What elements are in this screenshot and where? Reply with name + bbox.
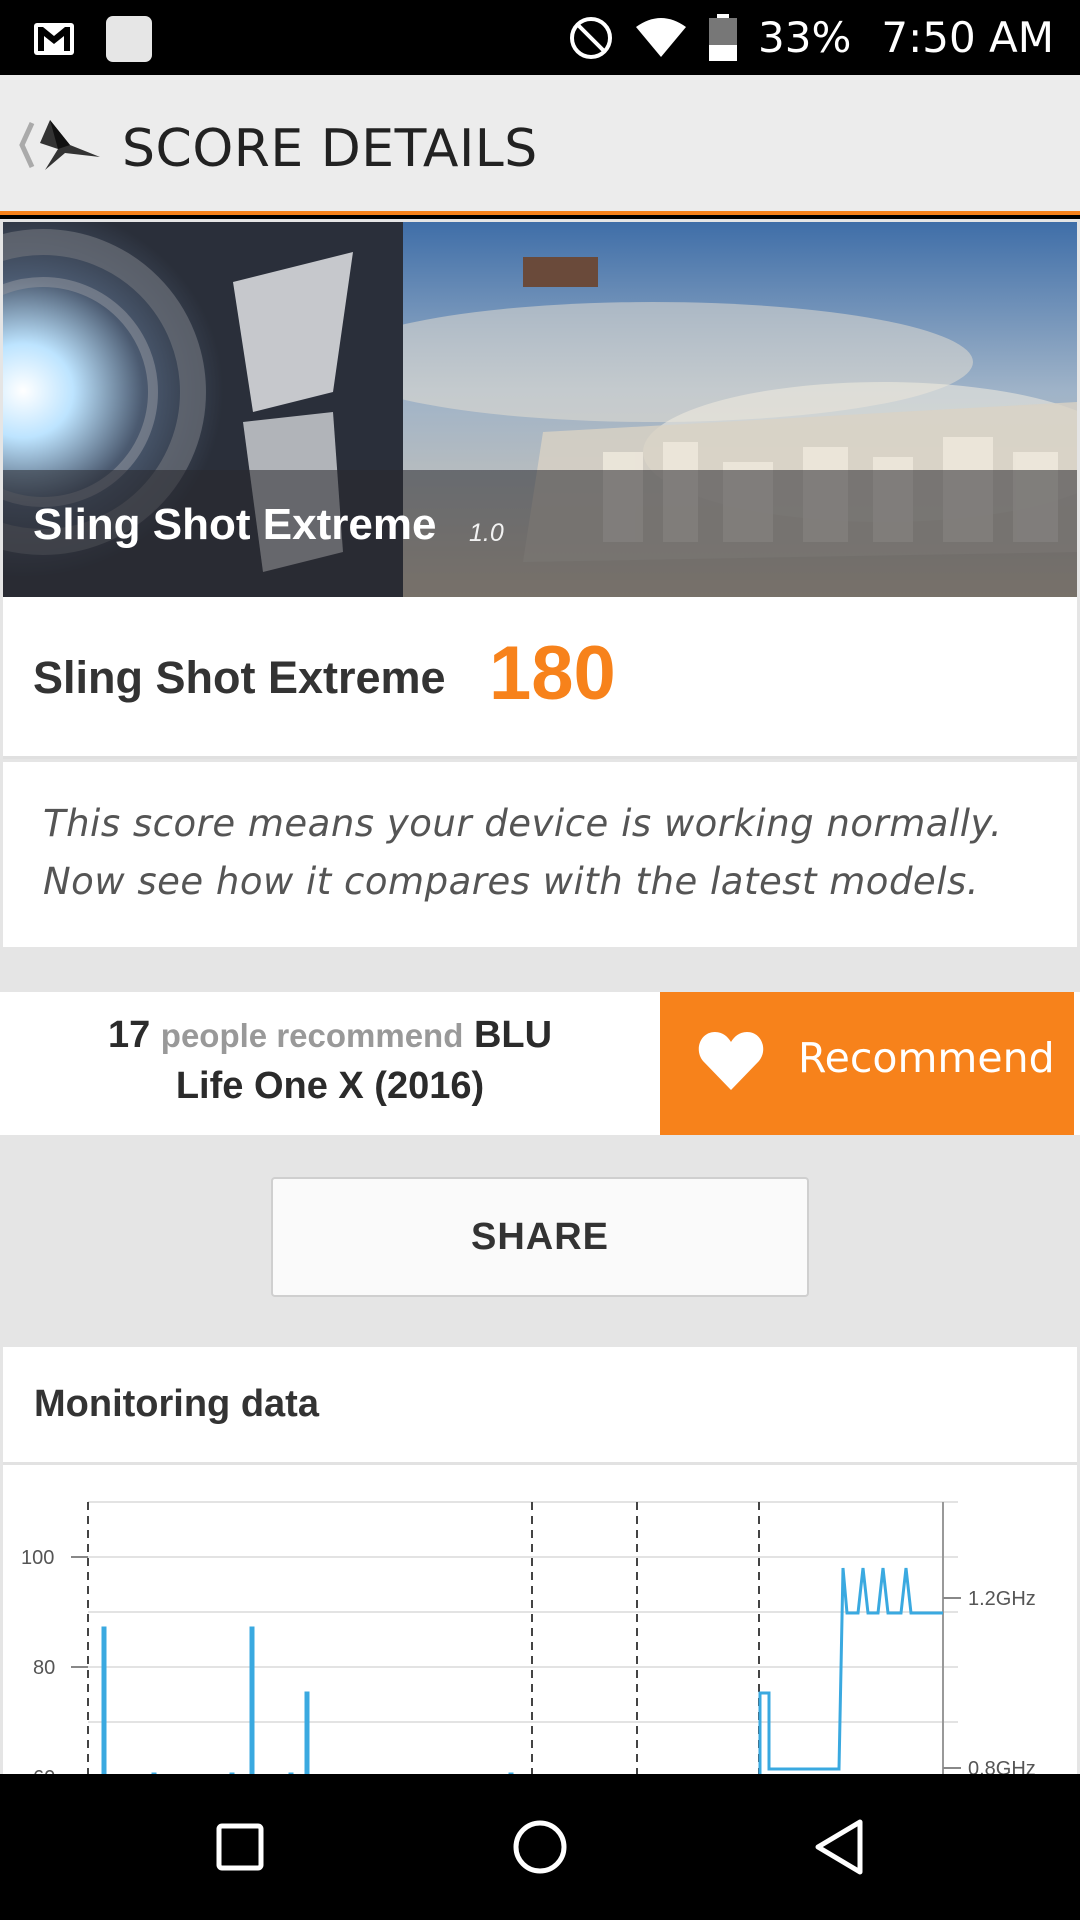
app-icon: [106, 16, 152, 62]
hero-test-name: Sling Shot Extreme: [33, 500, 437, 549]
hero-version: 1.0: [469, 519, 504, 547]
score-note: This score means your device is working …: [3, 762, 1077, 947]
share-button[interactable]: SHARE: [271, 1177, 809, 1297]
gmail-icon: [34, 23, 74, 55]
score-card: Sling Shot Extreme 180: [3, 597, 1077, 759]
page-content: Sling Shot Extreme 1.0 Sling Shot Extrem…: [0, 219, 1080, 1774]
device-name-part2: Life One X (2016): [175, 1065, 485, 1107]
3dmark-logo: [40, 120, 100, 170]
navigation-bar: [0, 1774, 1080, 1920]
device-name-part1: BLU: [473, 1014, 553, 1056]
score-label: Sling Shot Extreme: [33, 652, 446, 703]
app-bar: SCORE DETAILS: [0, 75, 1080, 215]
home-icon[interactable]: [505, 1812, 575, 1882]
note-line-2: Now see how it compares with the latest …: [43, 860, 980, 903]
score-value: 180: [489, 631, 616, 716]
recommend-text: people recommend: [160, 1017, 464, 1054]
y-tick-80: 80: [33, 1657, 55, 1679]
frequency-series: [101, 1567, 943, 1774]
note-line-1: This score means your device is working …: [43, 802, 1003, 845]
back-nav-icon[interactable]: [805, 1812, 875, 1882]
clock: 7:50 AM: [881, 13, 1054, 62]
recommend-summary: 17 people recommend BLU Life One X (2016…: [0, 1010, 660, 1111]
battery-icon: [709, 13, 737, 61]
recommend-button[interactable]: Recommend: [660, 992, 1074, 1135]
y-tick-100: 100: [21, 1547, 54, 1569]
recommend-row: 17 people recommend BLU Life One X (2016…: [0, 992, 1080, 1135]
y-tick-60: 60: [33, 1767, 55, 1774]
monitoring-card: Monitoring data 100 80 1.2GHz 0.8GHz: [3, 1347, 1077, 1774]
hero-banner: Sling Shot Extreme 1.0: [3, 222, 1077, 597]
monitoring-header: Monitoring data: [3, 1347, 1077, 1465]
page-title: SCORE DETAILS: [122, 119, 538, 179]
do-not-disturb-icon: [570, 16, 612, 59]
monitoring-chart: 100 80 60 1.2GHz 0.8GHz: [21, 1501, 1036, 1774]
recommend-count: 17: [107, 1014, 151, 1056]
back-icon[interactable]: [10, 115, 105, 175]
monitoring-title: Monitoring data: [34, 1383, 319, 1425]
recents-icon[interactable]: [205, 1812, 275, 1882]
heart-icon: [698, 1032, 764, 1090]
y-right-tick-0-8ghz: 0.8GHz: [968, 1758, 1036, 1774]
battery-percentage: 33%: [758, 13, 852, 62]
status-bar: 33% 7:50 AM: [0, 0, 1080, 75]
recommend-button-label: Recommend: [798, 1034, 1055, 1082]
y-right-tick-1-2ghz: 1.2GHz: [968, 1588, 1036, 1610]
wifi-icon: [636, 17, 686, 57]
